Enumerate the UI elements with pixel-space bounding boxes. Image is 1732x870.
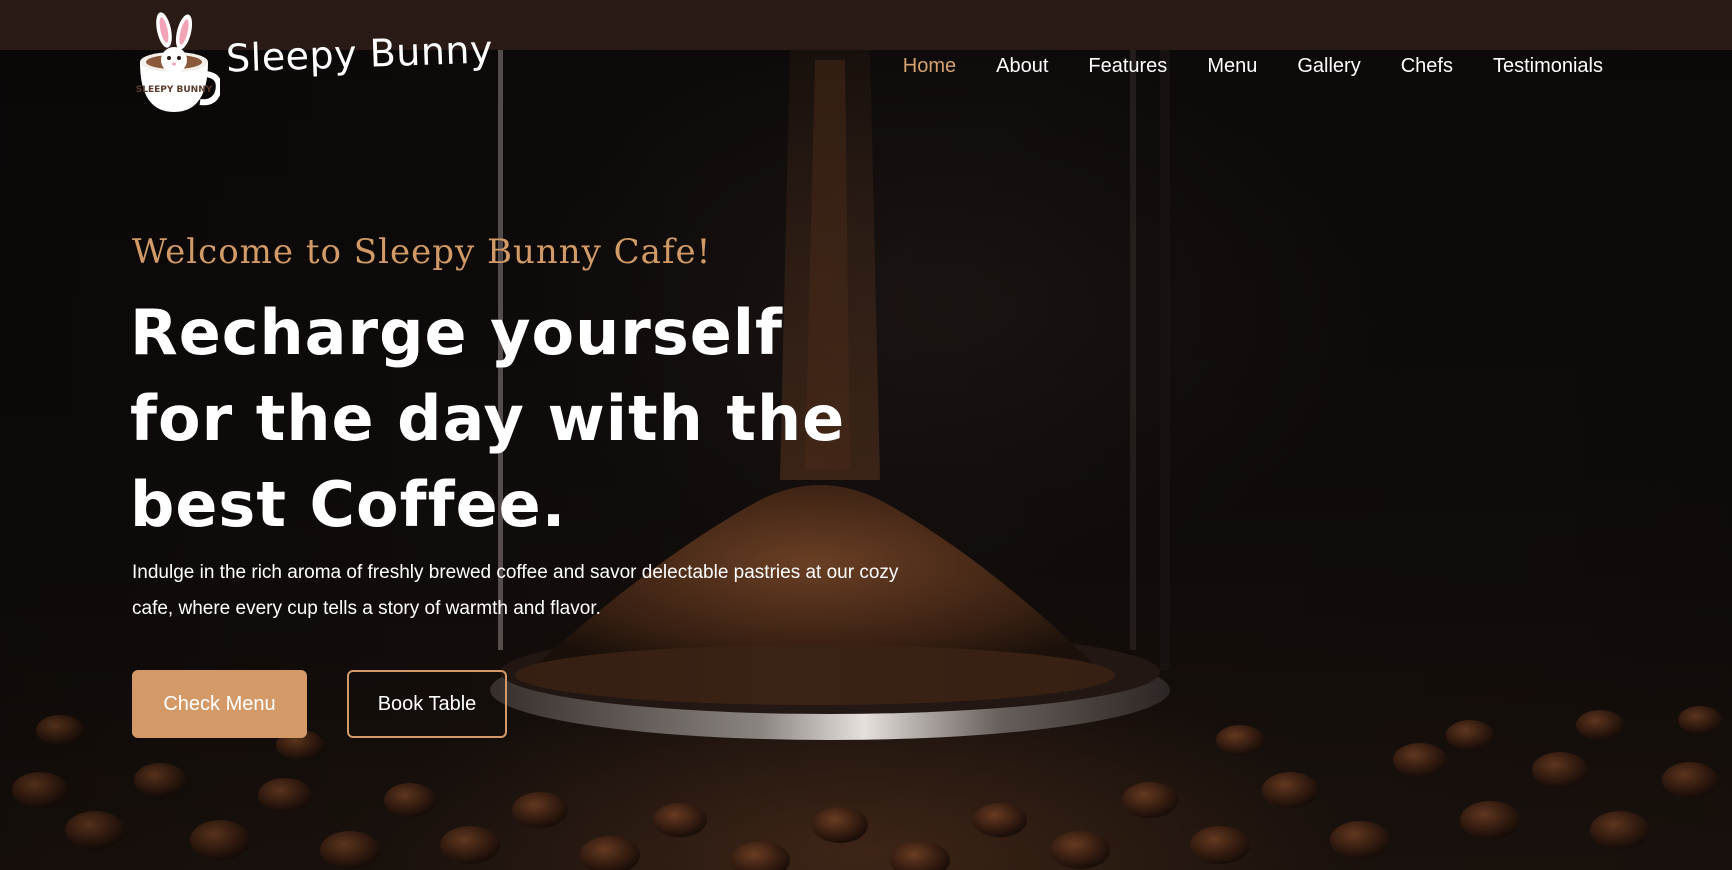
brand-name[interactable]: Sleepy Bunny — [225, 27, 493, 80]
nav-item-menu[interactable]: Menu — [1187, 53, 1277, 79]
hero-welcome-text: Welcome to Sleepy Bunny Cafe! — [132, 232, 712, 272]
hero-description: Indulge in the rich aroma of freshly bre… — [132, 562, 899, 619]
bunny-coffee-cup-logo-icon: SLEEPY BUNNY — [136, 12, 220, 112]
nav-item-home[interactable]: Home — [883, 53, 976, 79]
check-menu-button[interactable]: Check Menu — [132, 670, 307, 738]
nav-item-about[interactable]: About — [976, 53, 1068, 79]
nav-item-testimonials[interactable]: Testimonials — [1473, 53, 1603, 79]
page: SLEEPY BUNNY Sleepy Bunny Home About Fea… — [0, 0, 1732, 870]
brand[interactable]: SLEEPY BUNNY Sleepy Bunny — [134, 12, 494, 116]
nav-item-chefs[interactable]: Chefs — [1381, 53, 1473, 79]
hero-headline: Recharge yourself for the day with the b… — [130, 296, 846, 541]
main-nav: Home About Features Menu Gallery Chefs T… — [883, 53, 1603, 79]
nav-item-features[interactable]: Features — [1068, 53, 1187, 79]
logo-text: SLEEPY BUNNY — [136, 85, 213, 95]
nav-item-gallery[interactable]: Gallery — [1277, 53, 1380, 79]
book-table-button[interactable]: Book Table — [347, 670, 507, 738]
